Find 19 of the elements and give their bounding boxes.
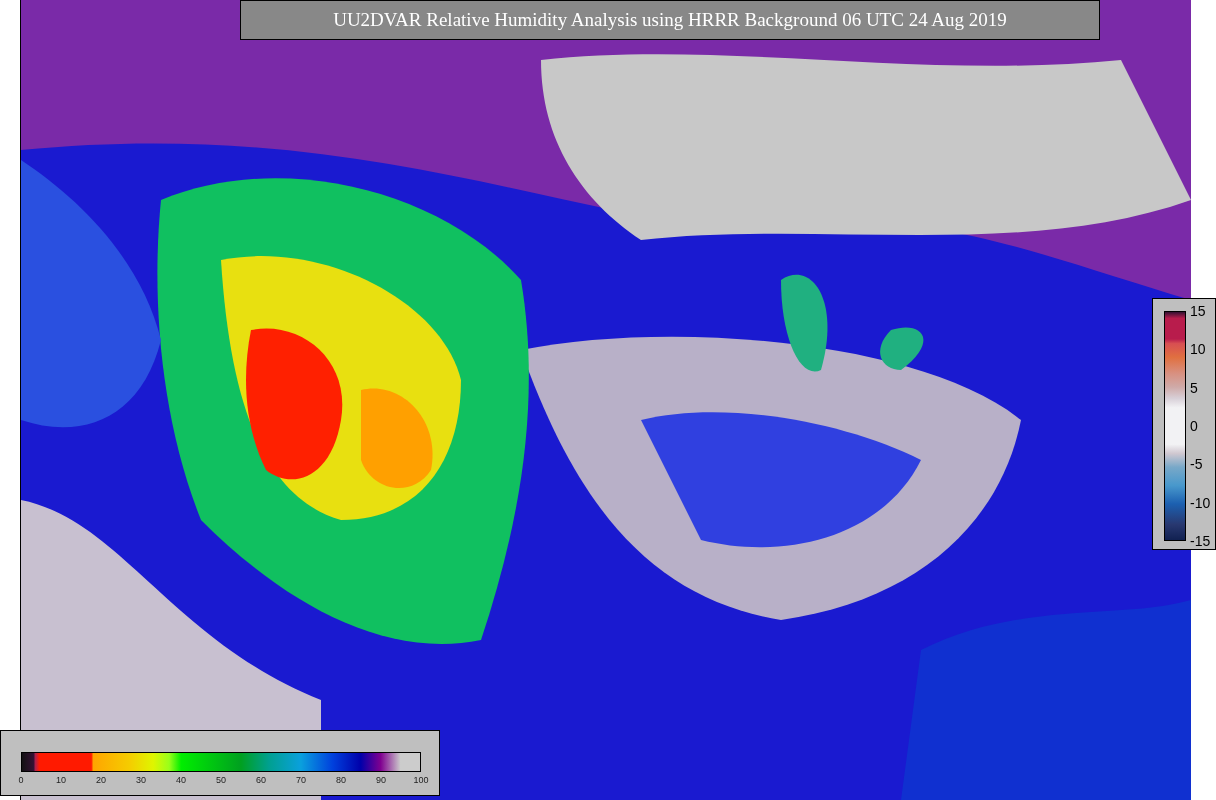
map-title: UU2DVAR Relative Humidity Analysis using HRRR Background 06 UTC 24 Aug 2019 [333, 7, 1007, 32]
tick-label: 0 [18, 776, 24, 785]
tick-label: -5 [1190, 457, 1203, 472]
tick-label: 100 [413, 776, 429, 785]
tick-label: 40 [176, 776, 186, 785]
tick-label: 60 [256, 776, 266, 785]
tick-label: 10 [56, 776, 66, 785]
tick-label: -15 [1190, 534, 1211, 548]
tick-label: 70 [296, 776, 306, 785]
tick-label: 15 [1190, 304, 1206, 318]
tick-label: 20 [96, 776, 106, 785]
tick-label: 10 [1190, 342, 1206, 357]
tick-label: 0 [1190, 419, 1198, 433]
tick-label: 5 [1190, 380, 1198, 395]
tick-label: 50 [216, 776, 226, 785]
tick-label: -10 [1190, 495, 1211, 510]
tick-label: 30 [136, 776, 146, 785]
tick-label: 80 [336, 776, 346, 785]
tick-label: 90 [376, 776, 386, 785]
